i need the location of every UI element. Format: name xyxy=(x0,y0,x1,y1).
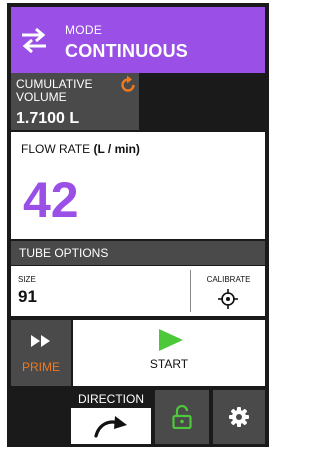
unlocked-padlock-icon xyxy=(172,405,192,429)
cumulative-volume-value: 1.7100 L xyxy=(16,110,80,127)
direction-button[interactable] xyxy=(71,408,151,444)
reset-icon[interactable] xyxy=(118,75,138,95)
calibrate-label: CALIBRATE xyxy=(206,275,251,284)
cumulative-volume-panel: CUMULATIVE VOLUME 1.7100 L xyxy=(11,73,139,130)
direction-label: DIRECTION xyxy=(78,392,144,406)
mode-selector-button[interactable]: MODE CONTINUOUS xyxy=(11,7,265,73)
flow-rate-panel[interactable]: FLOW RATE (L / min) 42 xyxy=(11,132,265,239)
tube-options-panel: SIZE 91 CALIBRATE xyxy=(11,266,265,316)
crosshair-target-icon xyxy=(218,289,238,309)
mode-value: CONTINUOUS xyxy=(65,41,188,61)
start-label: START xyxy=(149,357,189,371)
tube-size-field[interactable]: SIZE 91 xyxy=(11,266,188,316)
gear-icon xyxy=(229,407,249,427)
tube-size-label: SIZE xyxy=(18,275,36,284)
flow-rate-unit: (L / min) xyxy=(93,142,140,156)
calibrate-button[interactable]: CALIBRATE xyxy=(192,266,265,316)
mode-label: MODE xyxy=(65,23,103,37)
play-icon xyxy=(159,329,183,351)
clockwise-arrow-icon xyxy=(94,416,127,438)
flow-rate-value[interactable]: 42 xyxy=(23,170,79,230)
tube-size-value: 91 xyxy=(18,287,37,306)
tube-options-header: TUBE OPTIONS xyxy=(11,241,265,265)
flow-rate-label: FLOW RATE (L / min) xyxy=(21,142,140,156)
lock-button[interactable] xyxy=(155,390,209,444)
pump-screen: MODE CONTINUOUS CUMULATIVE VOLUME 1.7100… xyxy=(7,3,269,447)
prime-button[interactable]: PRIME xyxy=(11,320,71,386)
cumulative-volume-label: CUMULATIVE VOLUME xyxy=(16,77,93,104)
tube-options-divider xyxy=(190,270,191,312)
settings-button[interactable] xyxy=(213,390,265,444)
prime-label: PRIME xyxy=(21,360,60,374)
start-button[interactable]: START xyxy=(73,320,265,386)
swap-arrows-icon xyxy=(22,27,46,53)
flow-rate-title: FLOW RATE xyxy=(21,142,91,156)
fast-forward-icon xyxy=(31,335,50,347)
